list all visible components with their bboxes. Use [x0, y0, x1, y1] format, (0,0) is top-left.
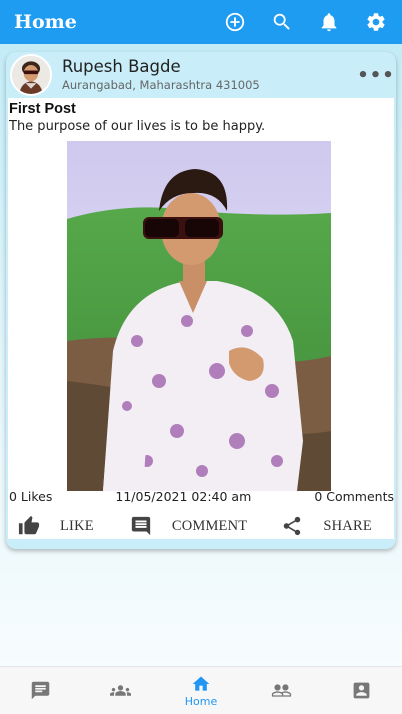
- home-icon: [192, 676, 210, 691]
- search-icon[interactable]: [270, 10, 294, 34]
- page-title: Home: [14, 11, 77, 33]
- share-icon: [284, 516, 301, 536]
- post-stats: 0 Likes 11/05/2021 02:40 am 0 Comments: [8, 486, 394, 506]
- bottom-nav: Home: [0, 666, 402, 714]
- nav-item-people[interactable]: [241, 667, 321, 714]
- settings-icon[interactable]: [364, 10, 388, 34]
- author-location: Aurangabad, Maharashtra 431005: [62, 78, 260, 92]
- nav-item-profile[interactable]: [322, 667, 402, 714]
- likes-count[interactable]: 0 Likes: [9, 489, 52, 504]
- comments-count[interactable]: 0 Comments: [314, 489, 394, 504]
- avatar[interactable]: [10, 54, 52, 96]
- thumb-up-icon: [18, 515, 40, 535]
- groups-icon: [110, 685, 132, 696]
- post-timestamp: 11/05/2021 02:40 am: [115, 488, 252, 504]
- nav-item-groups[interactable]: [80, 667, 160, 714]
- like-label: LIKE: [60, 517, 94, 534]
- nav-item-home[interactable]: Home: [161, 667, 241, 714]
- post-card: Rupesh Bagde Aurangabad, Maharashtra 431…: [6, 52, 396, 549]
- share-button[interactable]: SHARE: [281, 515, 372, 537]
- comment-button[interactable]: COMMENT: [130, 515, 248, 537]
- post-text: The purpose of our lives is to be happy.: [9, 119, 266, 134]
- account-box-icon: [353, 682, 370, 699]
- app-bar: Home: [0, 0, 402, 44]
- nav-home-label: Home: [184, 694, 218, 708]
- author-block: Rupesh Bagde Aurangabad, Maharashtra 431…: [62, 57, 364, 93]
- comment-icon: [131, 516, 150, 536]
- chat-icon: [31, 681, 49, 700]
- comment-label: COMMENT: [171, 517, 248, 534]
- share-label: SHARE: [323, 517, 372, 534]
- post-title: First Post: [9, 101, 76, 117]
- nav-item-chats[interactable]: [0, 667, 80, 714]
- post-actions: LIKE COMMENT SHARE: [6, 508, 396, 544]
- app-bar-actions: [200, 10, 388, 34]
- like-button[interactable]: LIKE: [18, 515, 94, 537]
- more-options-icon[interactable]: •••: [357, 65, 394, 86]
- post-image[interactable]: [67, 141, 331, 491]
- post-header: Rupesh Bagde Aurangabad, Maharashtra 431…: [6, 52, 396, 98]
- add-circle-icon[interactable]: [223, 10, 247, 34]
- author-name[interactable]: Rupesh Bagde: [62, 57, 364, 77]
- people-icon: [271, 684, 292, 697]
- notifications-icon[interactable]: [317, 10, 341, 34]
